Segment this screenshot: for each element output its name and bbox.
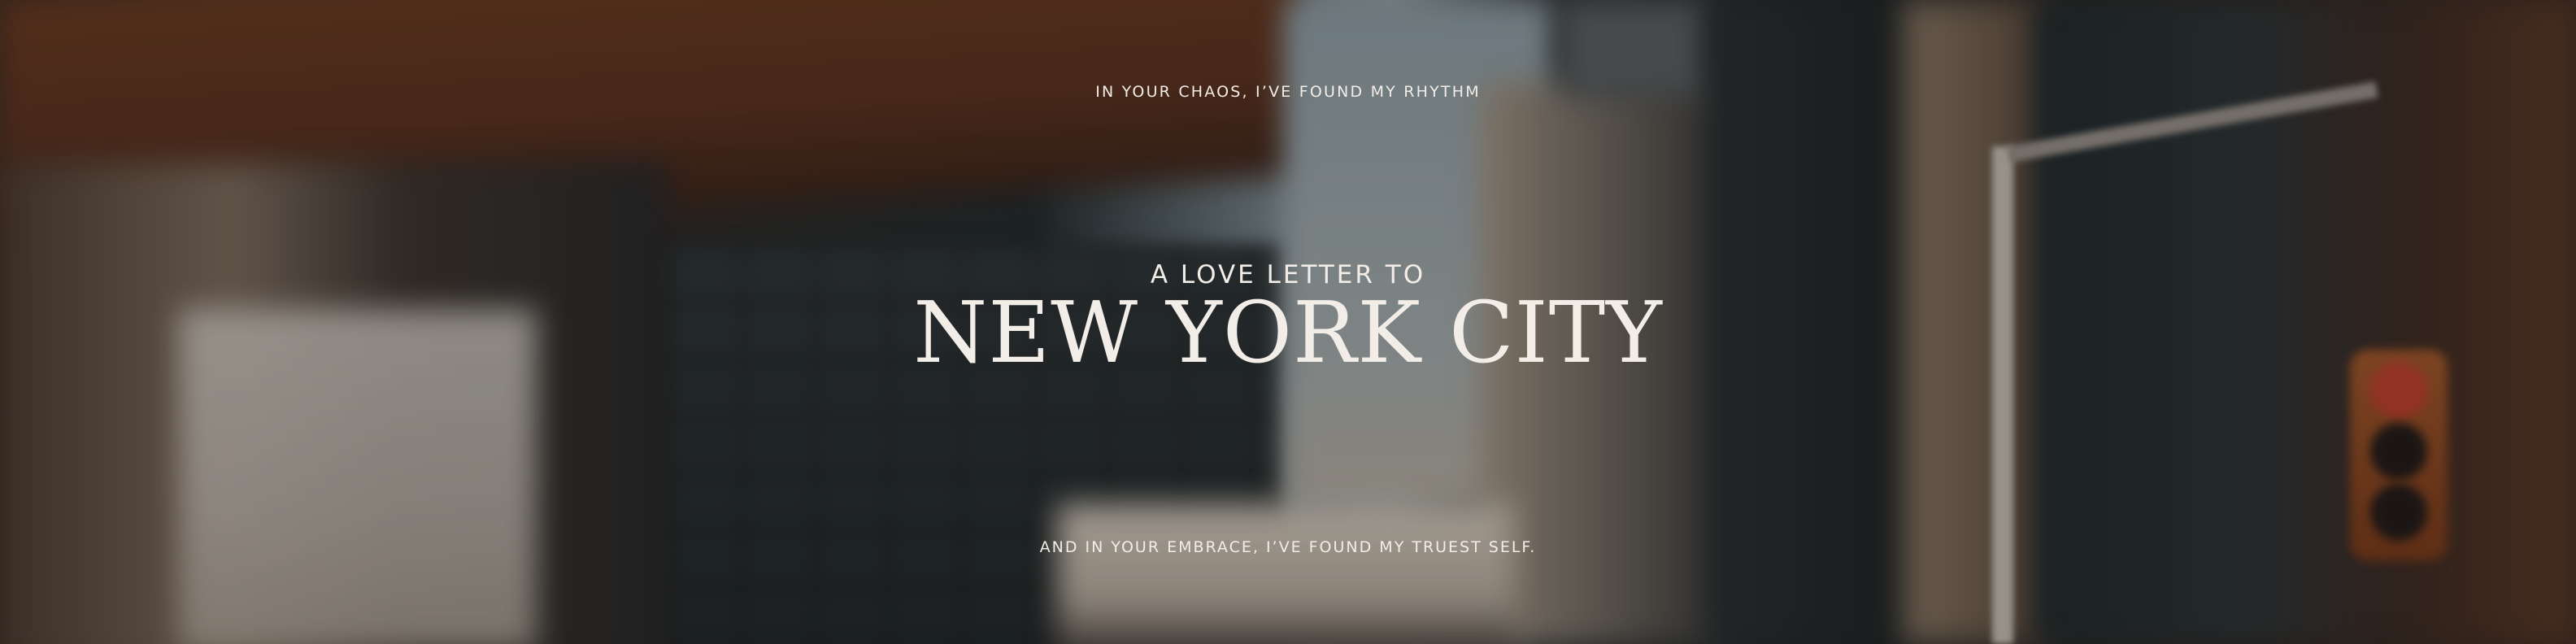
hero-banner: IN YOUR CHAOS, I’VE FOUND MY RHYTHM A LO… xyxy=(0,0,2576,644)
banner-text-layer: IN YOUR CHAOS, I’VE FOUND MY RHYTHM A LO… xyxy=(0,0,2576,644)
top-tagline: IN YOUR CHAOS, I’VE FOUND MY RHYTHM xyxy=(1095,83,1481,101)
bottom-tagline: AND IN YOUR EMBRACE, I’VE FOUND MY TRUES… xyxy=(1039,538,1537,556)
banner-title: NEW YORK CITY xyxy=(913,283,1663,382)
